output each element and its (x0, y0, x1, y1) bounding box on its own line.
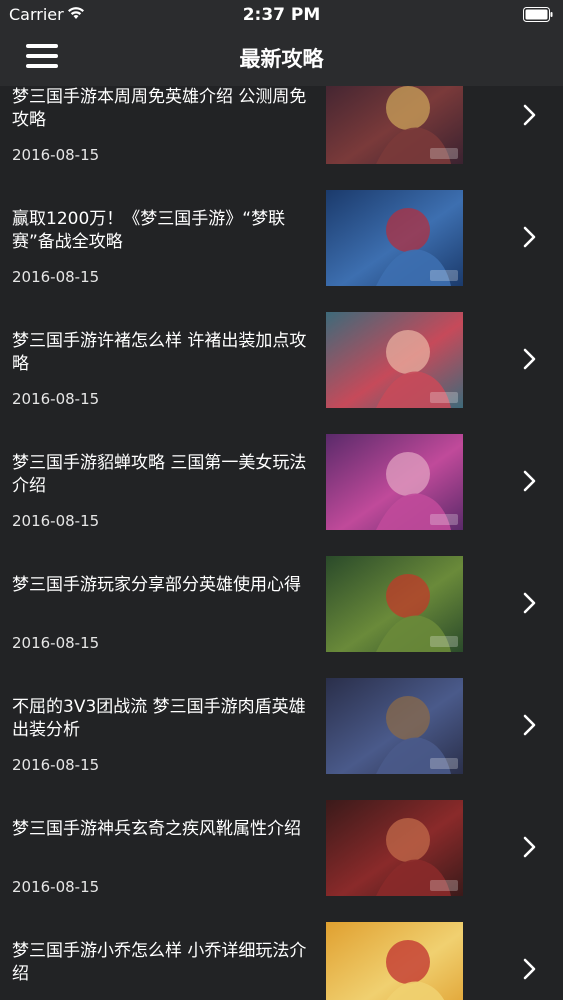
article-date: 2016-08-15 (12, 268, 100, 286)
article-thumbnail (326, 434, 463, 530)
article-title: 梦三国手游玩家分享部分英雄使用心得 (12, 575, 301, 595)
article-title: 梦三国手游神兵玄奇之疾风靴属性介绍 (12, 819, 301, 839)
chevron-right-icon (523, 348, 536, 370)
list-item[interactable]: 不屈的3V3团战流 梦三国手游肉盾英雄出装分析 2016-08-15 (0, 668, 563, 790)
article-date: 2016-08-15 (12, 512, 100, 530)
chevron-right-icon (523, 470, 536, 492)
article-thumbnail (326, 556, 463, 652)
article-date: 2016-08-15 (12, 878, 100, 896)
list-item[interactable]: 梦三国手游小乔怎么样 小乔详细玩法介绍 (0, 912, 563, 1000)
list-item[interactable]: 梦三国手游许褚怎么样 许褚出装加点攻略 2016-08-15 (0, 302, 563, 424)
status-bar: Carrier 2:37 PM (0, 0, 563, 30)
page-title: 最新攻略 (239, 47, 324, 71)
article-list[interactable]: 梦三国手游本周周免英雄介绍 公测周免攻略 2016-08-15 赢取1200万！《梦… (0, 86, 563, 1000)
article-title: 梦三国手游本周周免英雄介绍 公测周免攻略 (12, 87, 307, 130)
article-date: 2016-08-15 (12, 146, 100, 164)
chevron-right-icon (523, 104, 536, 126)
article-thumbnail (326, 800, 463, 896)
chevron-right-icon (523, 958, 536, 980)
list-item[interactable]: 梦三国手游本周周免英雄介绍 公测周免攻略 2016-08-15 (0, 86, 563, 180)
article-title: 梦三国手游许褚怎么样 许褚出装加点攻略 (12, 331, 307, 374)
chevron-right-icon (523, 714, 536, 736)
article-date: 2016-08-15 (12, 634, 100, 652)
navigation-bar: 最新攻略 (0, 30, 563, 86)
list-item[interactable]: 梦三国手游玩家分享部分英雄使用心得 2016-08-15 (0, 546, 563, 668)
battery-icon (523, 7, 553, 22)
article-thumbnail (326, 86, 463, 164)
chevron-right-icon (523, 592, 536, 614)
article-thumbnail (326, 922, 463, 1000)
article-title: 梦三国手游小乔怎么样 小乔详细玩法介绍 (12, 941, 307, 984)
article-title: 梦三国手游貂蝉攻略 三国第一美女玩法介绍 (12, 453, 307, 496)
clock: 2:37 PM (242, 5, 321, 25)
list-item[interactable]: 赢取1200万！《梦三国手游》“梦联赛”备战全攻略 2016-08-15 (0, 180, 563, 302)
article-thumbnail (326, 190, 463, 286)
list-item[interactable]: 梦三国手游貂蝉攻略 三国第一美女玩法介绍 2016-08-15 (0, 424, 563, 546)
article-thumbnail (326, 678, 463, 774)
chevron-right-icon (523, 226, 536, 248)
list-item[interactable]: 梦三国手游神兵玄奇之疾风靴属性介绍 2016-08-15 (0, 790, 563, 912)
article-date: 2016-08-15 (12, 756, 100, 774)
article-title: 不屈的3V3团战流 梦三国手游肉盾英雄出装分析 (12, 697, 306, 740)
article-thumbnail (326, 312, 463, 408)
article-date: 2016-08-15 (12, 390, 100, 408)
article-title: 赢取1200万！《梦三国手游》“梦联赛”备战全攻略 (12, 209, 286, 252)
chevron-right-icon (523, 836, 536, 858)
